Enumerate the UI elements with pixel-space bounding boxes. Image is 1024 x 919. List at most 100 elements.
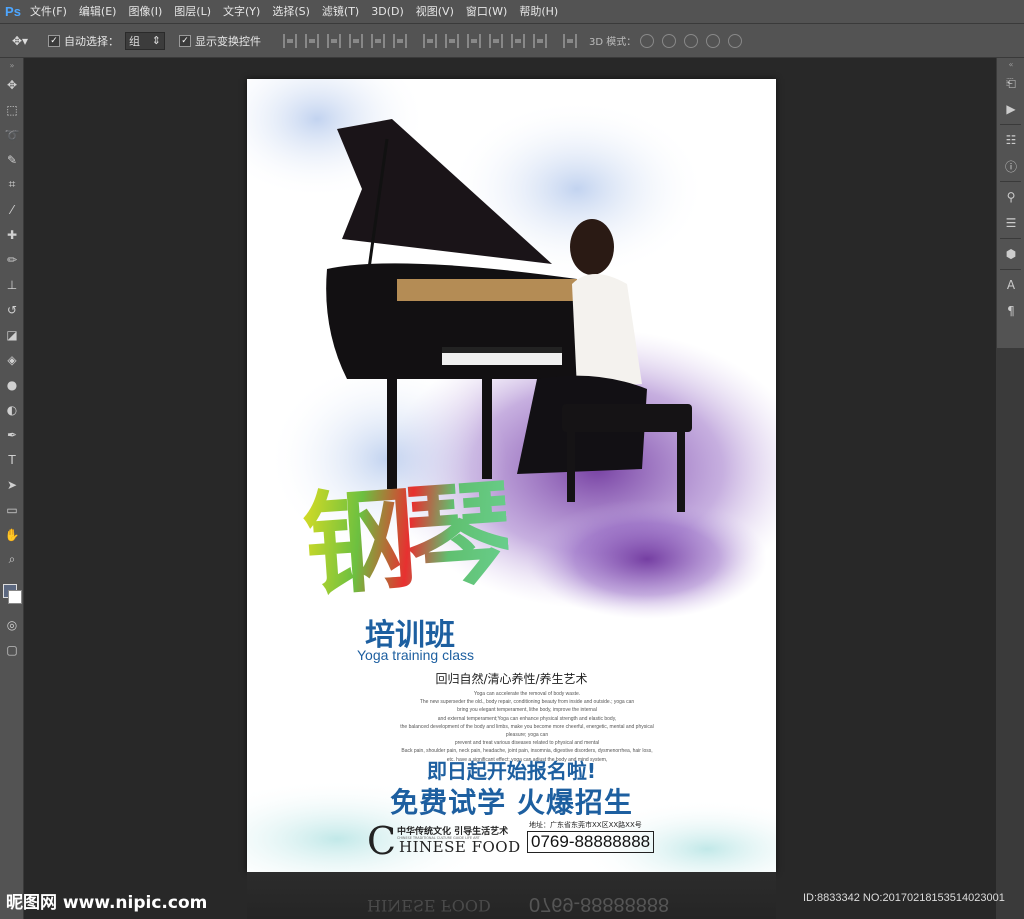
dock-divider — [1000, 269, 1021, 270]
marquee-tool-icon[interactable]: ⬚ — [0, 97, 24, 122]
clone-stamp-icon[interactable]: ⊥ — [0, 272, 24, 297]
paint-bucket-icon[interactable]: ◈ — [0, 347, 24, 372]
bench-leg — [567, 432, 575, 502]
3d-panel-icon[interactable]: ⬢ — [997, 241, 1024, 267]
distribute-bottom-icon[interactable] — [467, 33, 481, 48]
canvas-reflection: HINESE FOOD 0769-88888888 — [247, 872, 776, 919]
character-panel-icon[interactable]: A — [997, 272, 1024, 298]
background-color-swatch[interactable] — [8, 590, 22, 604]
crop-tool-icon[interactable]: ⌗ — [0, 172, 24, 197]
poster-phone: 0769-88888888 — [527, 831, 655, 853]
brush-panel-icon[interactable]: ⚲ — [997, 184, 1024, 210]
color-swatches — [0, 572, 23, 612]
actions-panel-icon[interactable]: ▶ — [997, 96, 1024, 122]
properties-panel-icon[interactable]: ☷ — [997, 127, 1024, 153]
checkmark-icon: ✓ — [48, 34, 60, 47]
menu-edit[interactable]: 编辑(E) — [73, 0, 123, 24]
screen-mode-icon[interactable]: ▢ — [0, 637, 24, 662]
history-brush-icon[interactable]: ↺ — [0, 297, 24, 322]
menu-filter[interactable]: 滤镜(T) — [316, 0, 365, 24]
align-hcenter-icon[interactable] — [371, 33, 385, 48]
show-transform-label: 显示变换控件 — [195, 34, 261, 48]
nipic-watermark: 昵图网 www.nipic.com — [6, 893, 208, 913]
photoshop-logo[interactable]: Ps — [2, 1, 24, 23]
eyedropper-tool-icon[interactable]: ⁄ — [0, 197, 24, 222]
menu-window[interactable]: 窗口(W) — [460, 0, 513, 24]
slide-3d-icon[interactable] — [706, 33, 721, 48]
watercolor-splash — [527, 499, 767, 619]
body-line: bring you elegant temperament, lithe bod… — [457, 707, 597, 714]
move-tool-preset-icon[interactable]: ✥▾ — [12, 34, 40, 48]
align-left-icon[interactable] — [349, 33, 363, 48]
zoom-tool-icon[interactable]: ⌕ — [0, 547, 24, 572]
type-tool-icon[interactable]: T — [0, 447, 24, 472]
info-panel-icon[interactable]: ⓘ — [997, 153, 1024, 179]
brand-name-en: HINESE FOOD — [399, 838, 521, 856]
piano-strings — [397, 279, 577, 301]
distribute-top-icon[interactable] — [423, 33, 437, 48]
dock-divider — [1000, 181, 1021, 182]
image-id-label: ID:8833342 NO:20170218153514023001 — [803, 892, 1005, 904]
body-line: the balanced development of the body and… — [400, 723, 654, 739]
dock-collapse-icon[interactable]: « — [997, 58, 1024, 70]
panel-collapse-icon[interactable]: » — [0, 58, 24, 72]
menu-file[interactable]: 文件(F) — [24, 0, 73, 24]
lasso-tool-icon[interactable]: ➰ — [0, 122, 24, 147]
brand-initial: C — [367, 819, 397, 863]
auto-align-icon[interactable] — [563, 33, 577, 48]
pen-tool-icon[interactable]: ✒ — [0, 422, 24, 447]
auto-select-dropdown[interactable]: 组 ⇕ — [125, 31, 165, 50]
body-line: prevent and treat various diseases relat… — [454, 740, 600, 747]
menu-layer[interactable]: 图层(L) — [168, 0, 217, 24]
menu-type[interactable]: 文字(Y) — [217, 0, 266, 24]
pianist-blouse — [572, 274, 642, 389]
roll-3d-icon[interactable] — [662, 33, 677, 48]
auto-select-value: 组 — [129, 34, 140, 48]
paragraph-panel-icon[interactable]: ¶ — [997, 298, 1024, 324]
dodge-tool-icon[interactable]: ◐ — [0, 397, 24, 422]
hand-tool-icon[interactable]: ✋ — [0, 522, 24, 547]
body-line: The new superseder the old., body repair… — [419, 699, 635, 706]
align-right-icon[interactable] — [393, 33, 407, 48]
scale-3d-icon[interactable] — [728, 33, 743, 48]
menu-select[interactable]: 选择(S) — [266, 0, 316, 24]
checkmark-icon: ✓ — [179, 34, 191, 47]
menu-3d[interactable]: 3D(D) — [365, 0, 410, 24]
right-panel-dock: « ⎗ ▶ ☷ ⓘ ⚲ ☰ ⬢ A ¶ — [996, 58, 1024, 348]
distribute-left-icon[interactable] — [489, 33, 503, 48]
piano-black-keys — [442, 347, 562, 353]
auto-select-checkbox[interactable]: ✓ 自动选择： — [48, 33, 119, 49]
reflected-phone-text: 0769-88888888 — [529, 893, 670, 915]
eraser-tool-icon[interactable]: ◪ — [0, 322, 24, 347]
quick-mask-icon[interactable]: ◎ — [0, 612, 24, 637]
history-panel-icon[interactable]: ⎗ — [997, 70, 1024, 96]
blur-tool-icon[interactable]: ● — [0, 372, 24, 397]
menu-image[interactable]: 图像(I) — [122, 0, 168, 24]
distribute-hcenter-icon[interactable] — [511, 33, 525, 48]
poster-title: 钢琴 — [298, 442, 513, 618]
tools-panel: » ✥ ⬚ ➰ ✎ ⌗ ⁄ ✚ ✏ ⊥ ↺ ◪ ◈ ● ◐ ✒ T ➤ ▭ ✋ … — [0, 58, 24, 919]
menu-help[interactable]: 帮助(H) — [513, 0, 564, 24]
orbit-3d-icon[interactable] — [640, 33, 655, 48]
align-top-icon[interactable] — [283, 33, 297, 48]
show-transform-checkbox[interactable]: ✓ 显示变换控件 — [179, 33, 261, 49]
align-controls — [279, 33, 581, 48]
move-tool-icon[interactable]: ✥ — [0, 72, 24, 97]
document-canvas[interactable]: 钢琴 培训班 Yoga training class 回归自然/清心养性/养生艺… — [247, 79, 776, 872]
path-select-icon[interactable]: ➤ — [0, 472, 24, 497]
distribute-vcenter-icon[interactable] — [445, 33, 459, 48]
poster-body-text: Yoga can accelerate the removal of body … — [397, 690, 657, 764]
brush-tool-icon[interactable]: ✏ — [0, 247, 24, 272]
adjustments-panel-icon[interactable]: ☰ — [997, 210, 1024, 236]
align-bottom-icon[interactable] — [327, 33, 341, 48]
rectangle-tool-icon[interactable]: ▭ — [0, 497, 24, 522]
distribute-right-icon[interactable] — [533, 33, 547, 48]
piano-bench — [562, 404, 692, 432]
healing-brush-icon[interactable]: ✚ — [0, 222, 24, 247]
align-vcenter-icon[interactable] — [305, 33, 319, 48]
pan-3d-icon[interactable] — [684, 33, 699, 48]
quick-select-tool-icon[interactable]: ✎ — [0, 147, 24, 172]
dock-divider — [1000, 238, 1021, 239]
menu-view[interactable]: 视图(V) — [410, 0, 460, 24]
pianist-hair — [570, 219, 614, 275]
